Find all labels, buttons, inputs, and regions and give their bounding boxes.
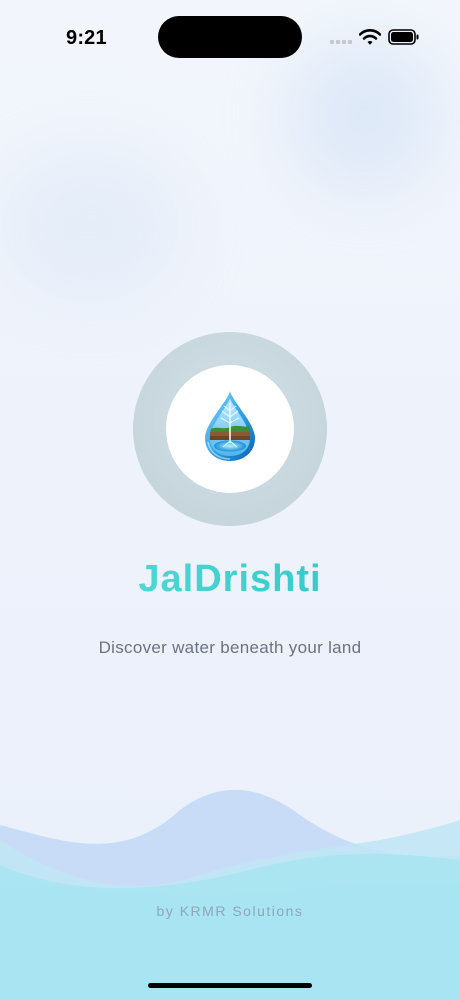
wifi-icon — [359, 29, 381, 45]
app-tagline: Discover water beneath your land — [98, 638, 362, 657]
water-drop-logo-icon — [205, 391, 255, 461]
battery-icon — [388, 29, 419, 45]
background-glow — [0, 150, 180, 300]
cellular-signal-icon — [330, 40, 352, 44]
status-time: 9:21 — [66, 27, 107, 49]
wave-decoration — [0, 789, 460, 1000]
dynamic-island — [158, 16, 302, 58]
home-indicator[interactable] — [148, 983, 312, 988]
app-title: JalDrishti — [0, 558, 460, 601]
company-credit: by KRMR Solutions — [156, 903, 304, 919]
status-bar: 9:21 — [0, 0, 460, 76]
